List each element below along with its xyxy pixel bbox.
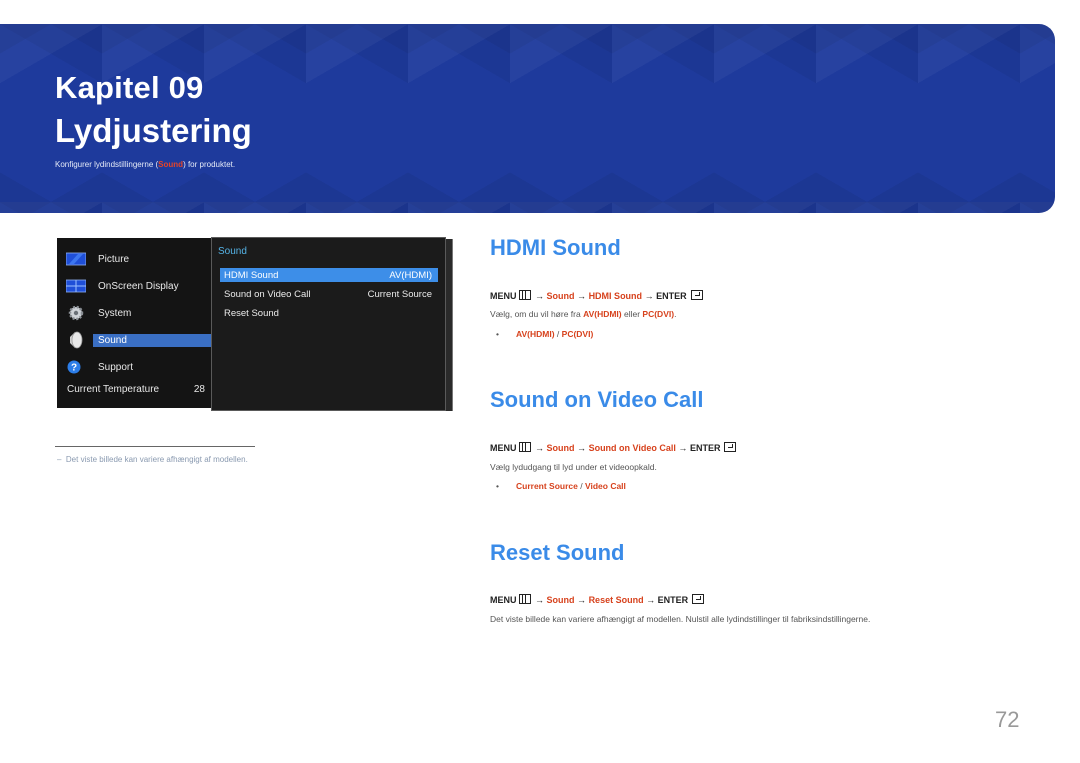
menu-label: MENU xyxy=(490,595,517,605)
path-item: Sound xyxy=(546,291,575,301)
osd-main-menu: Picture OnScreen Display System Sound ? … xyxy=(57,238,213,408)
menu-path-hdmi-sound: MENU → Sound → HDMI Sound → ENTER xyxy=(490,290,703,301)
menu-label: MENU xyxy=(490,443,517,453)
arrow: → xyxy=(644,291,654,301)
arrow: → xyxy=(577,595,587,605)
onscreen-display-icon xyxy=(66,279,86,293)
enter-icon xyxy=(690,290,703,300)
section-heading-reset-sound: Reset Sound xyxy=(490,540,625,565)
osd-sound-submenu: Sound HDMI Sound AV(HDMI) Sound on Video… xyxy=(211,237,446,411)
osd-panel-shadow xyxy=(446,239,453,411)
desc-option: AV(HDMI) xyxy=(583,309,622,319)
option: PC(DVI) xyxy=(561,329,594,339)
submenu-item-label: HDMI Sound xyxy=(224,269,279,281)
enter-label: ENTER xyxy=(656,291,687,301)
subtitle-text-end: ) for produktet. xyxy=(183,160,236,169)
osd-menu-screenshot: Picture OnScreen Display System Sound ? … xyxy=(57,237,453,413)
menu-path-sound-on-video-call: MENU → Sound → Sound on Video Call → ENT… xyxy=(490,442,737,453)
arrow: → xyxy=(535,291,545,301)
submenu-item-label: Sound on Video Call xyxy=(224,288,311,300)
options-list: • AV(HDMI) / PC(DVI) xyxy=(496,329,593,339)
bullet: • xyxy=(496,329,499,339)
footnote: – Det viste billede kan variere afhængig… xyxy=(57,455,248,464)
osd-menu-item-system: System xyxy=(57,302,212,324)
enter-label: ENTER xyxy=(657,595,689,605)
enter-icon xyxy=(724,442,737,452)
menu-icon xyxy=(518,594,531,604)
submenu-item-value: Current Source xyxy=(367,288,432,300)
menu-label: MENU xyxy=(490,291,517,301)
section-heading-hdmi-sound: HDMI Sound xyxy=(490,235,621,260)
arrow: → xyxy=(535,595,545,605)
menu-icon xyxy=(518,442,531,452)
arrow: → xyxy=(577,443,587,453)
arrow: → xyxy=(577,291,587,301)
submenu-item-reset-sound: Reset Sound xyxy=(220,306,438,320)
chapter-number: Kapitel 09 xyxy=(55,70,204,105)
section-description: Det viste billede kan variere afhængigt … xyxy=(490,614,871,624)
footnote-text: Det viste billede kan variere afhængigt … xyxy=(65,455,248,464)
path-item: Sound on Video Call xyxy=(588,443,676,453)
enter-label: ENTER xyxy=(689,443,721,453)
desc-text: . xyxy=(674,309,677,319)
menu-path-reset-sound: MENU → Sound → Reset Sound → ENTER xyxy=(490,594,705,605)
picture-icon xyxy=(66,252,86,266)
options-list: • Current Source / Video Call xyxy=(496,481,626,491)
menu-icon xyxy=(518,290,531,300)
current-temperature: Current Temperature 28 xyxy=(67,384,205,395)
arrow: → xyxy=(646,595,656,605)
submenu-title: Sound xyxy=(218,246,247,257)
gear-icon xyxy=(68,305,84,321)
enter-icon xyxy=(692,594,705,604)
desc-option: PC(DVI) xyxy=(642,309,675,319)
desc-text: Vælg, om du vil høre fra xyxy=(490,309,584,319)
osd-menu-item-onscreen-display: OnScreen Display xyxy=(57,275,212,297)
chapter-title: Lydjustering xyxy=(55,112,252,149)
osd-menu-label: System xyxy=(98,307,132,319)
osd-menu-item-sound: Sound xyxy=(57,329,212,351)
svg-text:?: ? xyxy=(71,363,77,374)
option: AV(HDMI) xyxy=(516,329,555,339)
chapter-banner: Kapitel 09 Lydjustering Konfigurer lydin… xyxy=(0,24,1055,213)
bullet: • xyxy=(496,481,499,491)
subtitle-highlight: Sound xyxy=(158,160,184,169)
option: Video Call xyxy=(584,481,626,491)
section-description: Vælg, om du vil høre fra AV(HDMI) eller … xyxy=(490,309,676,319)
osd-menu-label: Sound xyxy=(93,333,212,347)
separator: / xyxy=(577,481,585,491)
temperature-value: 28 xyxy=(193,384,205,395)
path-item: Sound xyxy=(546,443,575,453)
section-heading-sound-on-video-call: Sound on Video Call xyxy=(490,387,704,412)
speaker-icon xyxy=(70,331,83,349)
submenu-item-label: Reset Sound xyxy=(224,307,279,319)
osd-menu-label: Support xyxy=(98,361,134,373)
osd-menu-item-picture: Picture xyxy=(57,248,212,270)
page-number: 72 xyxy=(995,707,1020,732)
subtitle-text: Konfigurer lydindstillingerne ( xyxy=(55,160,159,169)
osd-menu-item-support: ? Support xyxy=(57,356,212,378)
submenu-item-sound-on-video-call: Sound on Video Call Current Source xyxy=(220,287,438,301)
osd-menu-label: OnScreen Display xyxy=(98,280,179,292)
path-item: Reset Sound xyxy=(588,595,644,605)
osd-menu-label: Picture xyxy=(98,253,130,265)
submenu-item-value: AV(HDMI) xyxy=(389,269,432,281)
desc-text: eller xyxy=(621,309,643,319)
option: Current Source xyxy=(516,481,578,491)
chapter-subtitle: Konfigurer lydindstillingerne (Sound) fo… xyxy=(55,160,235,169)
path-item: HDMI Sound xyxy=(588,291,643,301)
footnote-dash: – xyxy=(57,455,62,464)
submenu-item-hdmi-sound: HDMI Sound AV(HDMI) xyxy=(220,268,438,282)
temperature-label: Current Temperature xyxy=(67,384,160,395)
arrow: → xyxy=(678,443,688,453)
help-icon: ? xyxy=(67,360,81,374)
arrow: → xyxy=(535,443,545,453)
separator: / xyxy=(554,329,562,339)
footnote-divider xyxy=(55,446,255,447)
section-description: Vælg lydudgang til lyd under et videoopk… xyxy=(490,462,657,472)
path-item: Sound xyxy=(546,595,575,605)
